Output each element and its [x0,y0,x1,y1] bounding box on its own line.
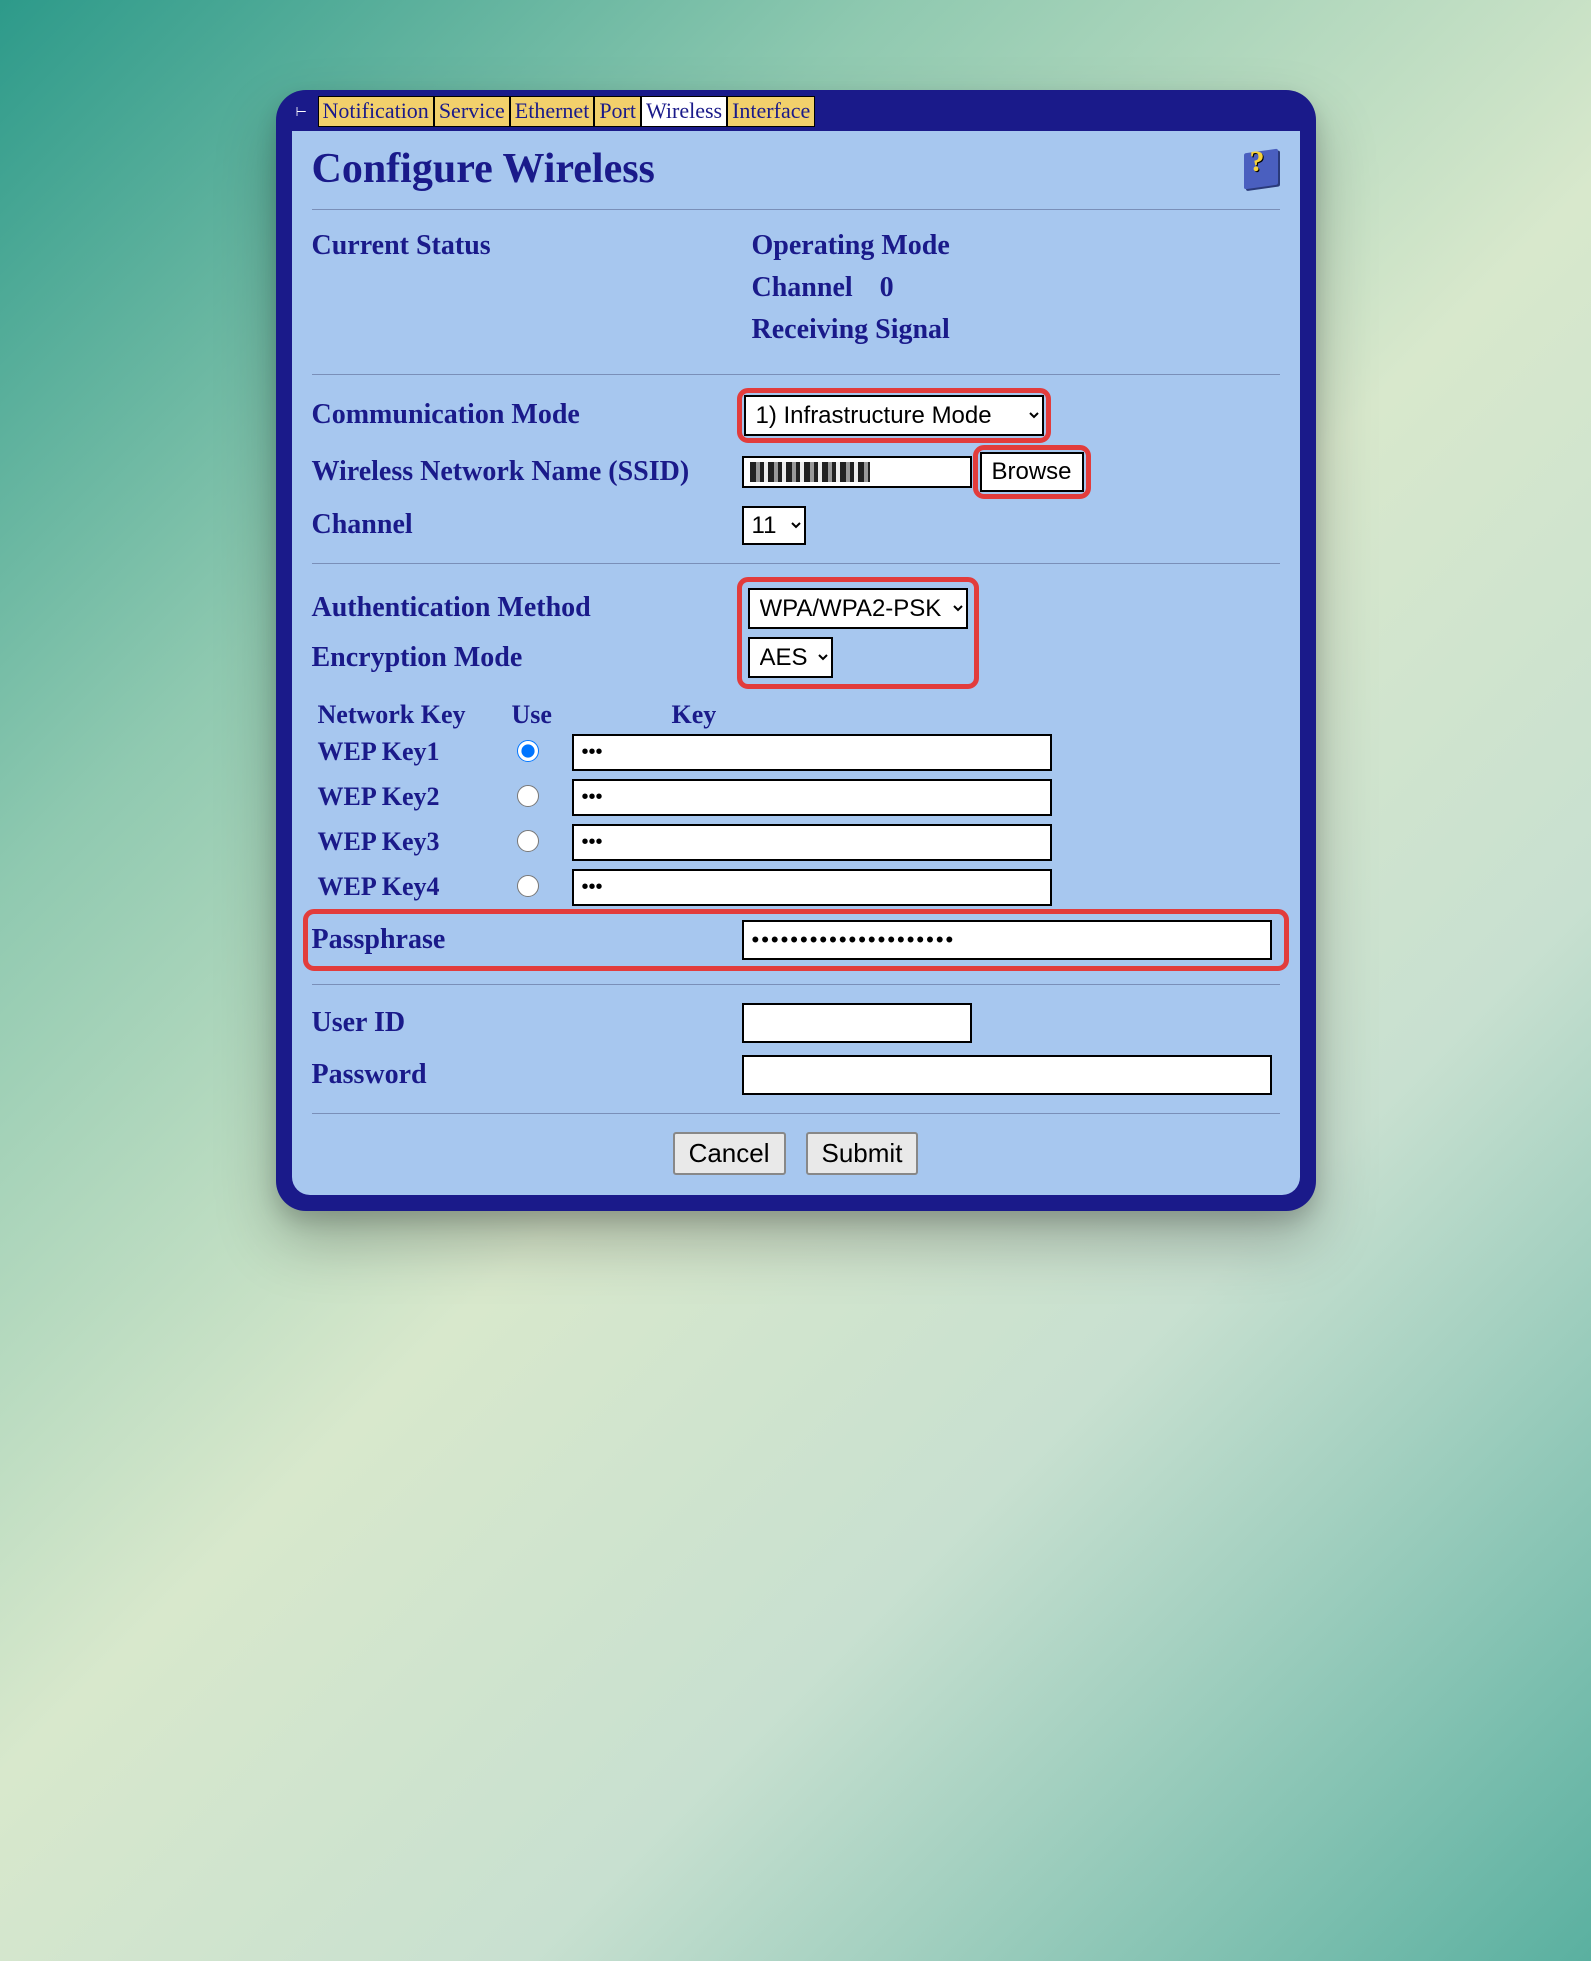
tab-port[interactable]: Port [594,96,641,127]
channel-status-label: Channel [752,272,853,303]
tab-ethernet[interactable]: Ethernet [510,96,595,127]
wep-row-4: WEP Key4 [312,869,1280,906]
tab-bar: ⊢ Notification Service Ethernet Port Wir… [276,90,1316,127]
config-panel: ⊢ Notification Service Ethernet Port Wir… [276,90,1316,1211]
divider [312,1113,1280,1114]
wep-row-1: WEP Key1 [312,734,1280,771]
wep-key1-radio[interactable] [517,740,539,762]
password-label: Password [312,1059,742,1091]
operating-mode-label: Operating Mode [752,230,1280,262]
passphrase-label: Passphrase [312,924,742,956]
auth-select[interactable]: WPA/WPA2-PSK [748,588,968,629]
button-row: Cancel Submit [312,1132,1280,1175]
comm-mode-select[interactable]: 1) Infrastructure Mode [744,395,1044,436]
highlight-auth-enc: WPA/WPA2-PSK AES [742,582,974,684]
help-icon[interactable]: ? [1240,145,1280,189]
wep-key3-label: WEP Key3 [312,827,512,857]
divider [312,209,1280,210]
enc-select[interactable]: AES [748,637,833,678]
highlight-comm-mode: 1) Infrastructure Mode [742,393,1046,438]
wep-row-2: WEP Key2 [312,779,1280,816]
row-ssid: Wireless Network Name (SSID) Browse [312,450,1280,494]
wep-key1-label: WEP Key1 [312,737,512,767]
row-userid: User ID [312,1003,1280,1043]
highlight-passphrase: Passphrase [308,914,1284,966]
ssid-label: Wireless Network Name (SSID) [312,456,742,488]
submit-button[interactable]: Submit [806,1132,919,1175]
wep-head-val: Key [672,700,1280,730]
tab-interface[interactable]: Interface [727,96,815,127]
comm-mode-label: Communication Mode [312,399,742,431]
divider [312,374,1280,375]
content-area: Configure Wireless ? Current Status Oper… [292,131,1300,1195]
auth-label: Authentication Method [312,592,742,624]
wep-key2-label: WEP Key2 [312,782,512,812]
divider [312,984,1280,985]
userid-label: User ID [312,1007,742,1039]
page-title: Configure Wireless [312,145,655,193]
wep-key2-radio[interactable] [517,785,539,807]
channel-select[interactable]: 11 [742,506,806,545]
receiving-signal-label: Receiving Signal [752,314,1280,346]
wep-row-3: WEP Key3 [312,824,1280,861]
tab-notification[interactable]: Notification [318,96,434,127]
browse-button[interactable]: Browse [980,452,1084,492]
row-comm-mode: Communication Mode 1) Infrastructure Mod… [312,393,1280,438]
tree-icon: ⊢ [296,104,312,118]
password-input[interactable] [742,1055,1272,1095]
wep-key2-input[interactable] [572,779,1052,816]
current-status-label: Current Status [312,230,742,262]
ssid-value-obscured [750,462,870,482]
channel-status: Channel 0 [752,272,1280,304]
divider [312,563,1280,564]
wep-header: Network Key Use Key [312,696,1280,734]
wep-key4-input[interactable] [572,869,1052,906]
ssid-input[interactable] [742,456,972,488]
row-password: Password [312,1055,1280,1095]
wep-key1-input[interactable] [572,734,1052,771]
channel-status-value: 0 [880,272,894,303]
enc-label: Encryption Mode [312,642,742,674]
tab-service[interactable]: Service [434,96,510,127]
passphrase-input[interactable] [742,920,1272,960]
row-channel: Channel 11 [312,506,1280,545]
wep-head-key: Network Key [312,700,512,730]
wep-key4-label: WEP Key4 [312,872,512,902]
highlight-browse: Browse [978,450,1086,494]
wep-key4-radio[interactable] [517,875,539,897]
wep-key3-input[interactable] [572,824,1052,861]
wep-key3-radio[interactable] [517,830,539,852]
row-auth: Authentication Method Encryption Mode WP… [312,582,1280,684]
cancel-button[interactable]: Cancel [673,1132,786,1175]
tab-wireless[interactable]: Wireless [641,96,727,127]
wep-head-use: Use [512,700,672,730]
status-section: Current Status Operating Mode Channel 0 … [312,230,1280,356]
channel-label: Channel [312,509,742,541]
userid-input[interactable] [742,1003,972,1043]
